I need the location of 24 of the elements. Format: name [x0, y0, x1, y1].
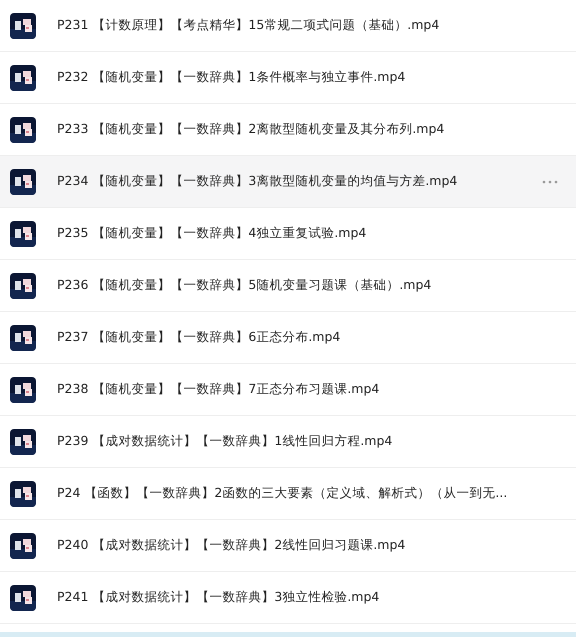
file-name: P234 【随机变量】【一数辞典】3离散型随机变量的均值与方差.mp4 [57, 173, 458, 190]
file-row[interactable]: P238 【随机变量】【一数辞典】7正态分布习题课.mp4 [0, 364, 576, 416]
file-row[interactable]: P239 【成对数据统计】【一数辞典】1线性回归方程.mp4 [0, 416, 576, 468]
file-name: P24 【函数】【一数辞典】2函数的三大要素（定义域、解析式）（从一到无... [57, 485, 508, 502]
file-row[interactable]: P237 【随机变量】【一数辞典】6正态分布.mp4 [0, 312, 576, 364]
file-row[interactable]: P231 【计数原理】【考点精华】15常规二项式问题（基础）.mp4 [0, 0, 576, 52]
file-row[interactable]: P24 【函数】【一数辞典】2函数的三大要素（定义域、解析式）（从一到无... [0, 468, 576, 520]
more-icon[interactable] [542, 180, 558, 184]
file-row[interactable]: P235 【随机变量】【一数辞典】4独立重复试验.mp4 [0, 208, 576, 260]
file-row[interactable]: P236 【随机变量】【一数辞典】5随机变量习题课（基础）.mp4 [0, 260, 576, 312]
file-name: P232 【随机变量】【一数辞典】1条件概率与独立事件.mp4 [57, 69, 406, 86]
file-name: P240 【成对数据统计】【一数辞典】2线性回归习题课.mp4 [57, 537, 406, 554]
file-name: P236 【随机变量】【一数辞典】5随机变量习题课（基础）.mp4 [57, 277, 432, 294]
file-row[interactable]: P232 【随机变量】【一数辞典】1条件概率与独立事件.mp4 [0, 52, 576, 104]
file-row[interactable]: P241 【成对数据统计】【一数辞典】3独立性检验.mp4 [0, 572, 576, 624]
file-name: P233 【随机变量】【一数辞典】2离散型随机变量及其分布列.mp4 [57, 121, 446, 138]
file-row[interactable]: P240 【成对数据统计】【一数辞典】2线性回归习题课.mp4 [0, 520, 576, 572]
file-name: P239 【成对数据统计】【一数辞典】1线性回归方程.mp4 [57, 433, 394, 450]
file-name: P231 【计数原理】【考点精华】15常规二项式问题（基础）.mp4 [57, 17, 440, 34]
file-name: P237 【随机变量】【一数辞典】6正态分布.mp4 [57, 329, 342, 346]
file-row[interactable]: P234 【随机变量】【一数辞典】3离散型随机变量的均值与方差.mp4 [0, 156, 576, 208]
file-name: P241 【成对数据统计】【一数辞典】3独立性检验.mp4 [57, 589, 380, 606]
file-name: P238 【随机变量】【一数辞典】7正态分布习题课.mp4 [57, 381, 380, 398]
file-name: P235 【随机变量】【一数辞典】4独立重复试验.mp4 [57, 225, 368, 242]
